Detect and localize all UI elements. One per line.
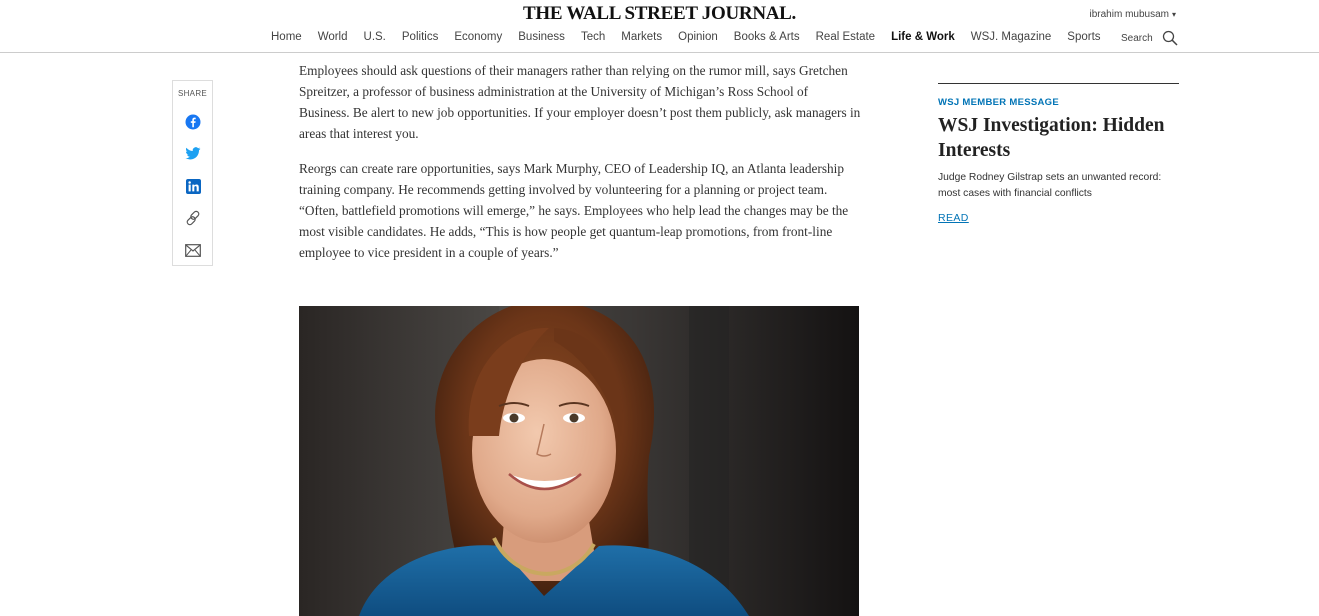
user-menu[interactable]: ibrahim mubusam ▾ [1090, 9, 1177, 20]
article-paragraph: Employees should ask questions of their … [299, 63, 861, 141]
site-header: THE WALL STREET JOURNAL. ibrahim mubusam… [0, 0, 1319, 53]
copy-link-button[interactable] [183, 208, 203, 228]
linkedin-share-button[interactable] [183, 176, 203, 196]
member-message-summary: Judge Rodney Gilstrap sets an unwanted r… [938, 172, 1162, 199]
nav-item-real-estate[interactable]: Real Estate [816, 31, 875, 43]
twitter-share-button[interactable] [183, 144, 203, 164]
nav-item-life-work[interactable]: Life & Work [891, 31, 955, 43]
search-icon [1162, 30, 1178, 46]
member-message-headline[interactable]: WSJ Investigation: Hidden Interests [938, 113, 1179, 163]
nav-item-markets[interactable]: Markets [621, 31, 662, 43]
nav-item-sports[interactable]: Sports [1067, 31, 1100, 43]
user-name: ibrahim mubusam [1089, 9, 1169, 20]
twitter-icon [185, 147, 201, 160]
article-paragraph: Reorgs can create rare opportunities, sa… [299, 161, 849, 260]
portrait-photo [299, 306, 859, 616]
facebook-icon [185, 114, 201, 130]
nav-item-politics[interactable]: Politics [402, 31, 438, 43]
nav-item-wsj-magazine[interactable]: WSJ. Magazine [971, 31, 1052, 43]
article-photo [299, 306, 859, 616]
member-message-panel: WSJ MEMBER MESSAGE WSJ Investigation: Hi… [938, 83, 1179, 226]
linkedin-icon [185, 178, 201, 194]
share-rail: SHARE [172, 80, 213, 266]
nav-item-tech[interactable]: Tech [581, 31, 605, 43]
nav-item-world[interactable]: World [318, 31, 348, 43]
nav-item-us[interactable]: U.S. [364, 31, 386, 43]
share-label: SHARE [177, 89, 208, 98]
link-icon [186, 210, 200, 226]
member-message-kicker: WSJ MEMBER MESSAGE [938, 97, 1059, 108]
search-button[interactable]: Search [1121, 30, 1178, 46]
nav-item-books-arts[interactable]: Books & Arts [734, 31, 800, 43]
main-nav: Home World U.S. Politics Economy Busines… [271, 31, 1117, 43]
read-link[interactable]: READ [938, 212, 969, 224]
article-body: Employees should ask questions of their … [299, 60, 861, 277]
nav-item-economy[interactable]: Economy [454, 31, 502, 43]
nav-item-home[interactable]: Home [271, 31, 302, 43]
nav-item-opinion[interactable]: Opinion [678, 31, 718, 43]
nav-item-business[interactable]: Business [518, 31, 565, 43]
caret-down-icon: ▾ [1171, 10, 1176, 19]
email-share-button[interactable] [183, 240, 203, 260]
search-label: Search [1121, 32, 1153, 44]
envelope-icon [185, 243, 201, 257]
facebook-share-button[interactable] [183, 112, 203, 132]
